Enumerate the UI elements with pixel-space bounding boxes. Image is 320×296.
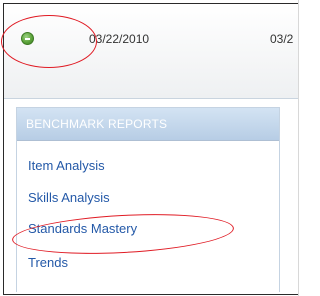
annotation-circle-toggle [1,15,97,68]
row-date: 03/22/2010 [89,32,150,46]
panel-header: BENCHMARK REPORTS [17,108,279,141]
column-divider [298,0,299,296]
row-date-truncated: 03/2 [270,32,294,46]
panel-title: BENCHMARK REPORTS [26,117,168,131]
skills-analysis-link[interactable]: Skills Analysis [28,190,110,205]
benchmark-reports-panel: BENCHMARK REPORTS Item Analysis Skills A… [16,107,280,292]
item-analysis-link[interactable]: Item Analysis [28,158,105,173]
trends-link[interactable]: Trends [28,255,68,270]
